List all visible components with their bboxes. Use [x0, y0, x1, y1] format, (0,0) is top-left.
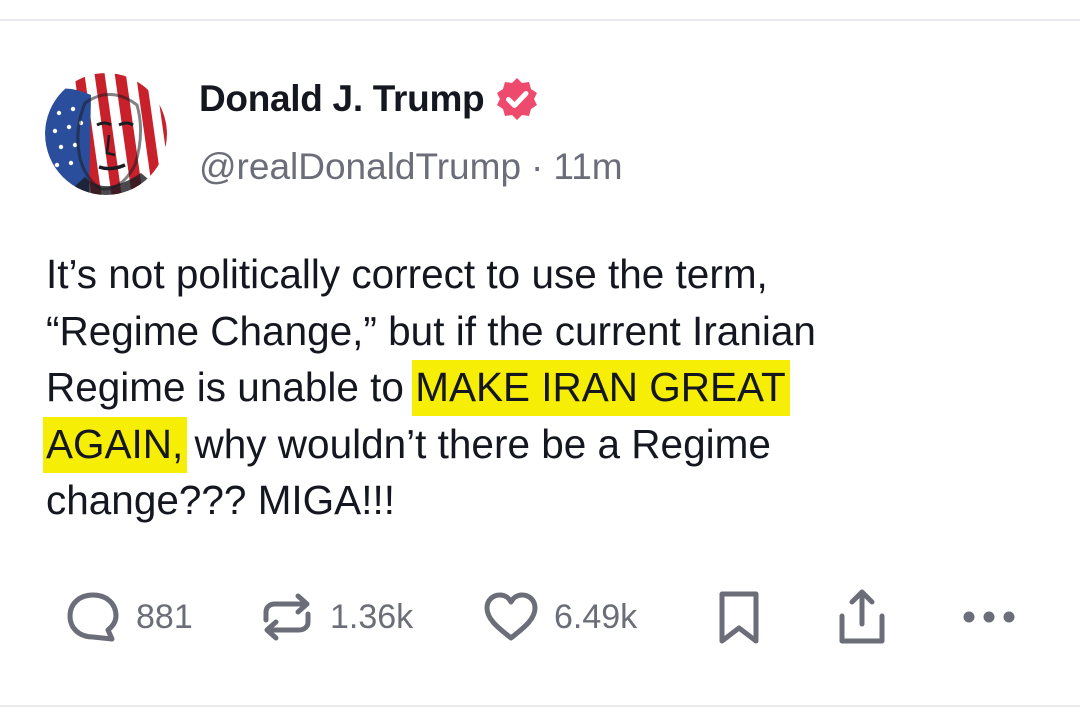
- post-line-3: Regime is unable to MAKE IRAN GREAT: [46, 359, 1046, 416]
- heart-icon: [484, 592, 538, 641]
- post-line-1: It’s not politically correct to use the …: [46, 251, 768, 297]
- share-icon: [839, 589, 885, 644]
- post-action-bar: 881 1.36k 6.49k: [0, 586, 1080, 648]
- avatar-flag-portrait-image: [45, 73, 167, 195]
- repost-icon: [263, 593, 311, 641]
- post-line-4-text: why wouldn’t there be a Regime: [183, 420, 771, 467]
- like-button[interactable]: 6.49k: [480, 586, 637, 648]
- highlighted-phrase: MAKE IRAN GREAT: [412, 360, 790, 416]
- author-name-row: Donald J. Trump: [199, 74, 540, 124]
- bookmark-button[interactable]: [708, 586, 770, 648]
- bookmark-icon: [719, 591, 759, 644]
- post-line-5: change??? MIGA!!!: [46, 477, 395, 523]
- more-dots-icon: [963, 611, 1015, 623]
- repost-count: 1.36k: [330, 597, 414, 636]
- top-divider: [0, 19, 1080, 21]
- author-handle-row: @realDonaldTrump · 11m: [199, 144, 623, 190]
- share-button[interactable]: [831, 586, 893, 648]
- like-count: 6.49k: [554, 597, 638, 636]
- reply-count: 881: [136, 597, 193, 636]
- post-line-2: “Regime Change,” but if the current Iran…: [46, 307, 816, 354]
- bottom-divider: [0, 705, 1080, 707]
- author-display-name[interactable]: Donald J. Trump: [199, 78, 485, 120]
- reply-button[interactable]: 881: [62, 586, 193, 648]
- post-line-3-text: Regime is unable to: [46, 364, 416, 410]
- post-body: It’s not politically correct to use the …: [43, 246, 1046, 529]
- verified-badge-icon: [497, 78, 538, 120]
- author-handle[interactable]: @realDonaldTrump: [199, 146, 521, 188]
- more-options-button[interactable]: [958, 586, 1020, 648]
- reply-bubble-icon: [67, 592, 119, 642]
- highlighted-phrase: AGAIN,: [43, 416, 188, 473]
- post-line-4: AGAIN, why wouldn’t there be a Regime: [43, 416, 1046, 473]
- meta-separator: ·: [531, 146, 544, 187]
- post-timestamp[interactable]: 11m: [553, 146, 622, 188]
- avatar[interactable]: [45, 73, 167, 195]
- repost-button[interactable]: 1.36k: [256, 586, 413, 648]
